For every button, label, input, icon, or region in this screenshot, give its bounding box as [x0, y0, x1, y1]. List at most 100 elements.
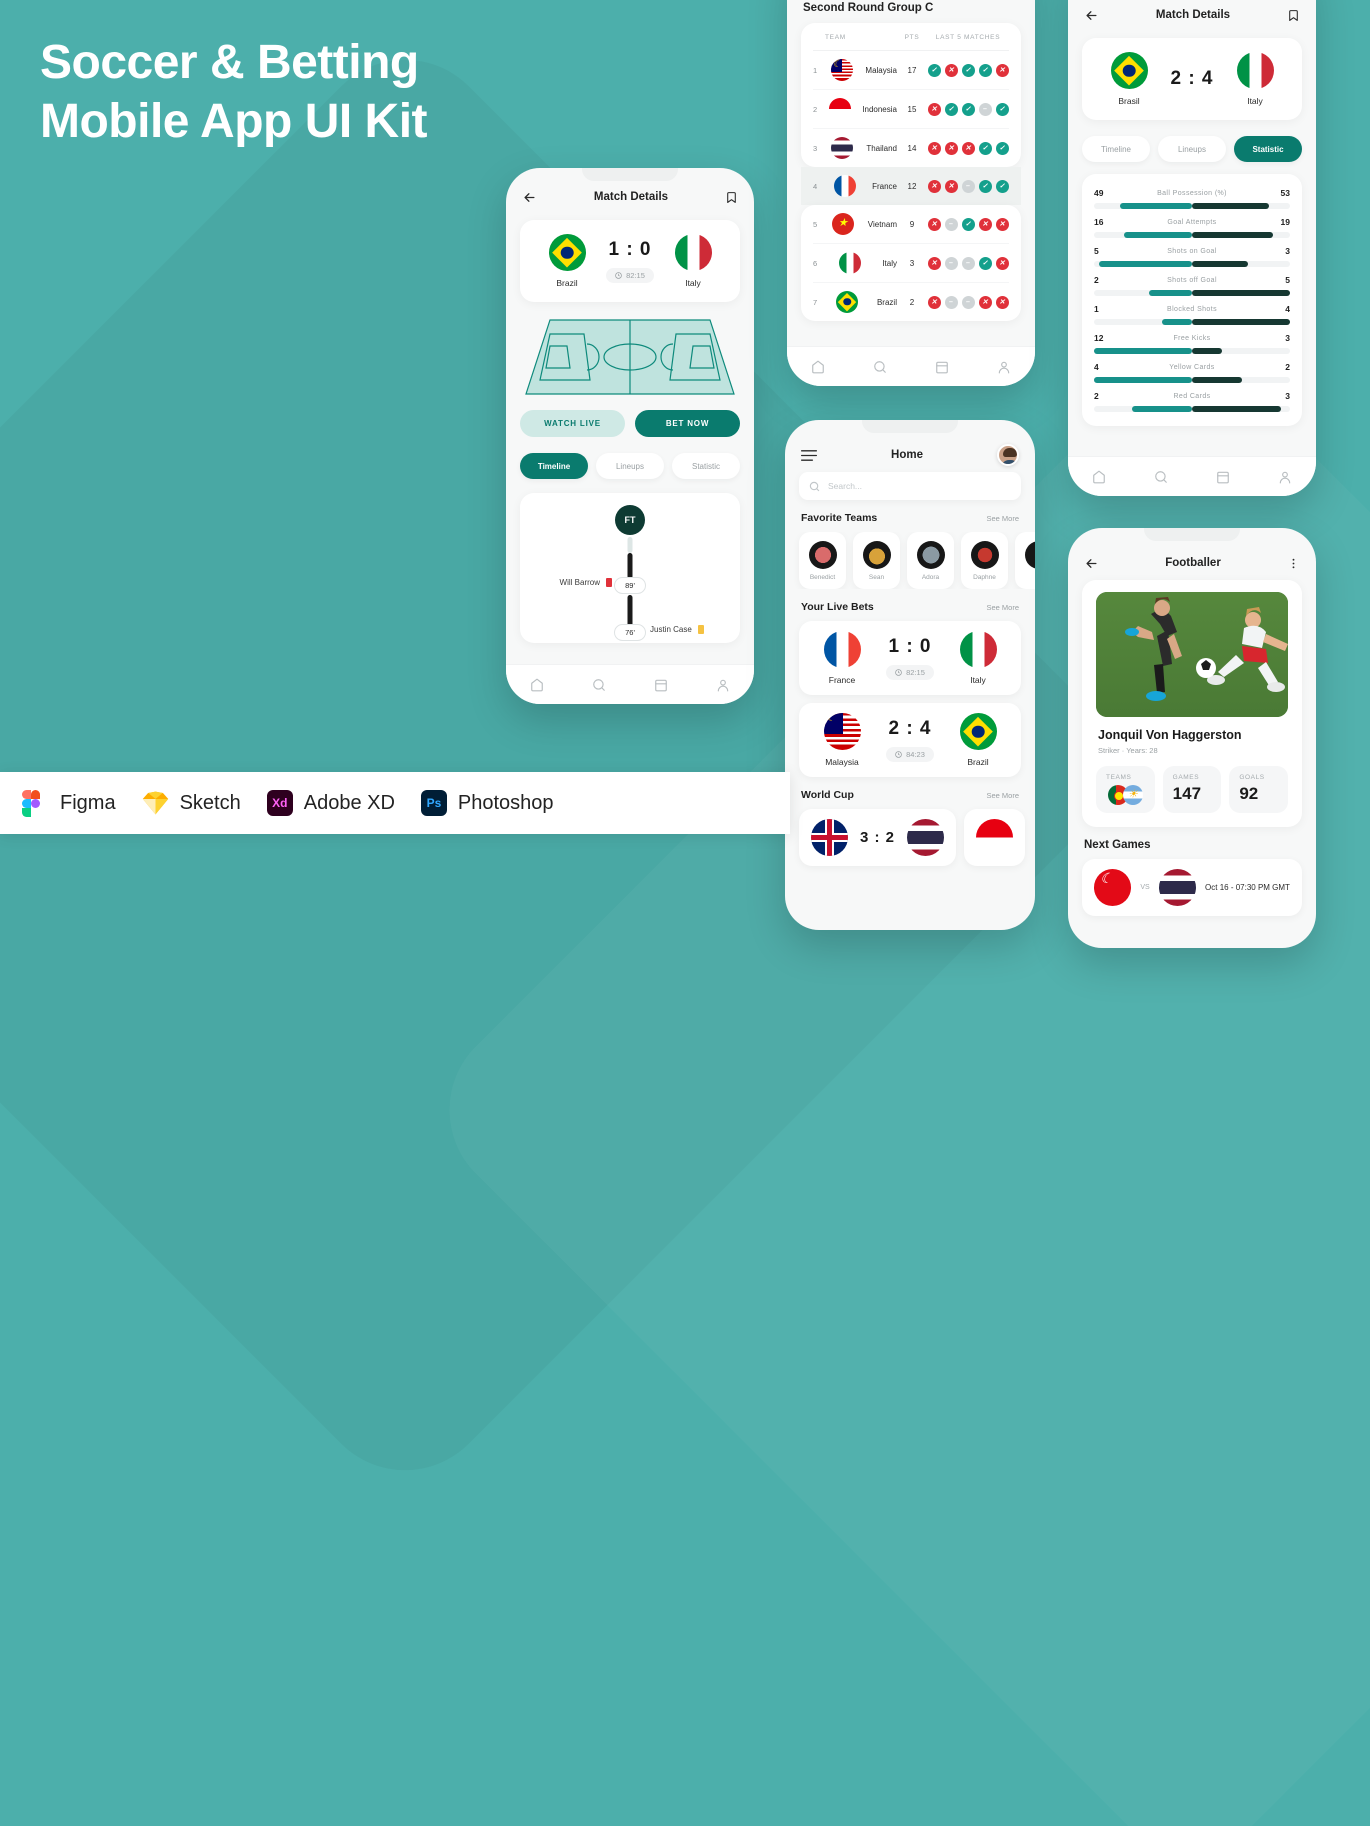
tool-label: Adobe XD: [303, 791, 395, 814]
bet-now-button[interactable]: BET NOW: [635, 410, 740, 437]
phone-standings: Second Round Group C TEAM PTS LAST 5 MAT…: [787, 0, 1035, 386]
team-card[interactable]: Benedict: [799, 532, 846, 589]
profile-icon[interactable]: [1278, 470, 1292, 484]
scoreline: 2 : 4: [1158, 68, 1226, 90]
back-arrow-icon[interactable]: [1084, 8, 1099, 23]
stat-bar-track: [1094, 261, 1290, 267]
watch-live-button[interactable]: WATCH LIVE: [520, 410, 625, 437]
malaysia-flag: [830, 59, 853, 81]
event-player-name: Justin Case: [650, 625, 692, 634]
tab-statistic[interactable]: Statistic: [1234, 136, 1302, 162]
brazil-flag: [1110, 52, 1148, 89]
tool-label: Sketch: [179, 791, 241, 814]
row-pts: 2: [909, 297, 915, 307]
team-card[interactable]: Adora: [907, 532, 954, 589]
world-cup-row[interactable]: 3 : 2: [785, 809, 1035, 866]
tool-figma: Figma: [22, 789, 116, 817]
tab-lineups[interactable]: Lineups: [1158, 136, 1226, 162]
tab-lineups[interactable]: Lineups: [596, 453, 664, 479]
stat-label: Goal Attempts: [1167, 218, 1217, 226]
team-card[interactable]: Daphne: [961, 532, 1008, 589]
row-last5: ✕ – – ✓ ✕: [927, 256, 1009, 270]
more-vertical-icon[interactable]: [1287, 557, 1300, 570]
stat-bar-track: [1094, 232, 1290, 238]
standings-table-continued: 5 Vietnam 9 ✕–✓✕✕ 6 Italy 3 ✕––✓✕ 7 Braz…: [801, 205, 1021, 321]
player-photo: [1096, 592, 1288, 717]
back-arrow-icon[interactable]: [1084, 556, 1099, 571]
live-bet-card[interactable]: Malaysia 2 : 4 84:23 Brazil: [799, 703, 1021, 777]
bottom-nav: [1068, 456, 1316, 496]
away-stat-bar: [1192, 377, 1242, 383]
match-tabs: Timeline Lineups Statistic: [520, 453, 740, 479]
table-row[interactable]: 5 Vietnam 9 ✕–✓✕✕: [813, 205, 1009, 244]
tab-timeline[interactable]: Timeline: [520, 453, 588, 479]
away-team-name: Italy: [970, 675, 986, 685]
table-row[interactable]: 2 Indonesia 15 ✕ ✓ ✓ – ✓: [813, 90, 1009, 129]
score-card: Brazil 1 : 0 82:15 Italy: [520, 220, 740, 302]
tab-statistic[interactable]: Statistic: [672, 453, 740, 479]
row-rank: 7: [813, 297, 818, 307]
phone-notch: [862, 420, 958, 433]
search-icon[interactable]: [1154, 470, 1168, 484]
table-row[interactable]: 7 Brazil 2 ✕ – – ✕ ✕: [813, 283, 1009, 321]
row-team-name: France: [872, 181, 897, 191]
calendar-icon[interactable]: [935, 360, 949, 374]
vs-label: VS: [1140, 884, 1150, 891]
team-crest-icon: [970, 540, 999, 569]
hamburger-icon[interactable]: [801, 449, 817, 462]
team-crest-icon: [916, 540, 945, 569]
row-team-name: Italy: [882, 258, 897, 268]
see-more-link[interactable]: See More: [986, 603, 1019, 612]
action-buttons: WATCH LIVE BET NOW: [520, 410, 740, 437]
home-stat-value: 5: [1094, 246, 1099, 256]
scoreline: 1 : 0 82:15: [596, 239, 664, 284]
back-arrow-icon[interactable]: [522, 190, 537, 205]
statistic-row: 5 Shots on Goal 3: [1094, 240, 1290, 269]
stat-goals: GOALS 92: [1229, 766, 1289, 813]
home-team-name: Brasil: [1118, 96, 1140, 106]
see-more-link[interactable]: See More: [986, 514, 1019, 523]
thailand-flag: [1158, 869, 1196, 906]
next-game-card[interactable]: VS Oct 16 - 07:30 PM GMT: [1082, 859, 1302, 916]
user-avatar[interactable]: [996, 444, 1019, 466]
favorite-teams-row[interactable]: Benedict Sean Adora Daphne B: [785, 532, 1035, 589]
tab-timeline[interactable]: Timeline: [1082, 136, 1150, 162]
stat-label: Shots off Goal: [1167, 276, 1217, 284]
search-icon[interactable]: [873, 360, 887, 374]
bookmark-icon[interactable]: [725, 191, 738, 204]
timeline-minute-89: 89': [614, 577, 646, 594]
home-stat-bar: [1149, 290, 1192, 296]
calendar-icon[interactable]: [654, 678, 668, 692]
search-icon[interactable]: [592, 678, 606, 692]
table-row-highlighted[interactable]: 4 France 12 ✕ ✕ – ✓ ✓: [801, 167, 1021, 205]
live-bet-card[interactable]: France 1 : 0 82:15 Italy: [799, 621, 1021, 695]
player-position: Striker: [1098, 746, 1120, 755]
home-icon[interactable]: [1092, 470, 1106, 484]
home-icon[interactable]: [811, 360, 825, 374]
team-card[interactable]: Sean: [853, 532, 900, 589]
table-row[interactable]: 1 Malaysia 17 ✓✕✓✓✕: [813, 51, 1009, 90]
table-row[interactable]: 3 Thailand 14 ✕ ✕ ✕ ✓ ✓: [813, 129, 1009, 167]
world-cup-header: World Cup See More: [801, 789, 1019, 801]
table-row[interactable]: 6 Italy 3 ✕ – – ✓ ✕: [813, 244, 1009, 283]
stat-label: Shots on Goal: [1167, 247, 1217, 255]
row-team: Vietnam: [825, 213, 897, 235]
team-card[interactable]: B: [1015, 532, 1035, 589]
profile-icon[interactable]: [716, 678, 730, 692]
away-stat-value: 53: [1280, 188, 1290, 198]
calendar-icon[interactable]: [1216, 470, 1230, 484]
team-card-label: Adora: [921, 573, 940, 581]
search-input[interactable]: Search...: [799, 472, 1021, 500]
world-cup-card[interactable]: 3 : 2: [799, 809, 957, 866]
world-cup-card[interactable]: [964, 809, 1026, 866]
statistic-row: 49 Ball Possession (%) 53: [1094, 182, 1290, 211]
bookmark-icon[interactable]: [1287, 9, 1300, 22]
match-clock: 82:15: [886, 664, 934, 680]
search-placeholder: Search...: [828, 481, 863, 491]
profile-icon[interactable]: [997, 360, 1011, 374]
home-icon[interactable]: [530, 678, 544, 692]
uk-flag: [811, 819, 848, 856]
home-stat-bar: [1132, 406, 1192, 412]
player-stats: TEAMS GAMES 147 GOALS 92: [1096, 766, 1289, 813]
see-more-link[interactable]: See More: [986, 791, 1019, 800]
